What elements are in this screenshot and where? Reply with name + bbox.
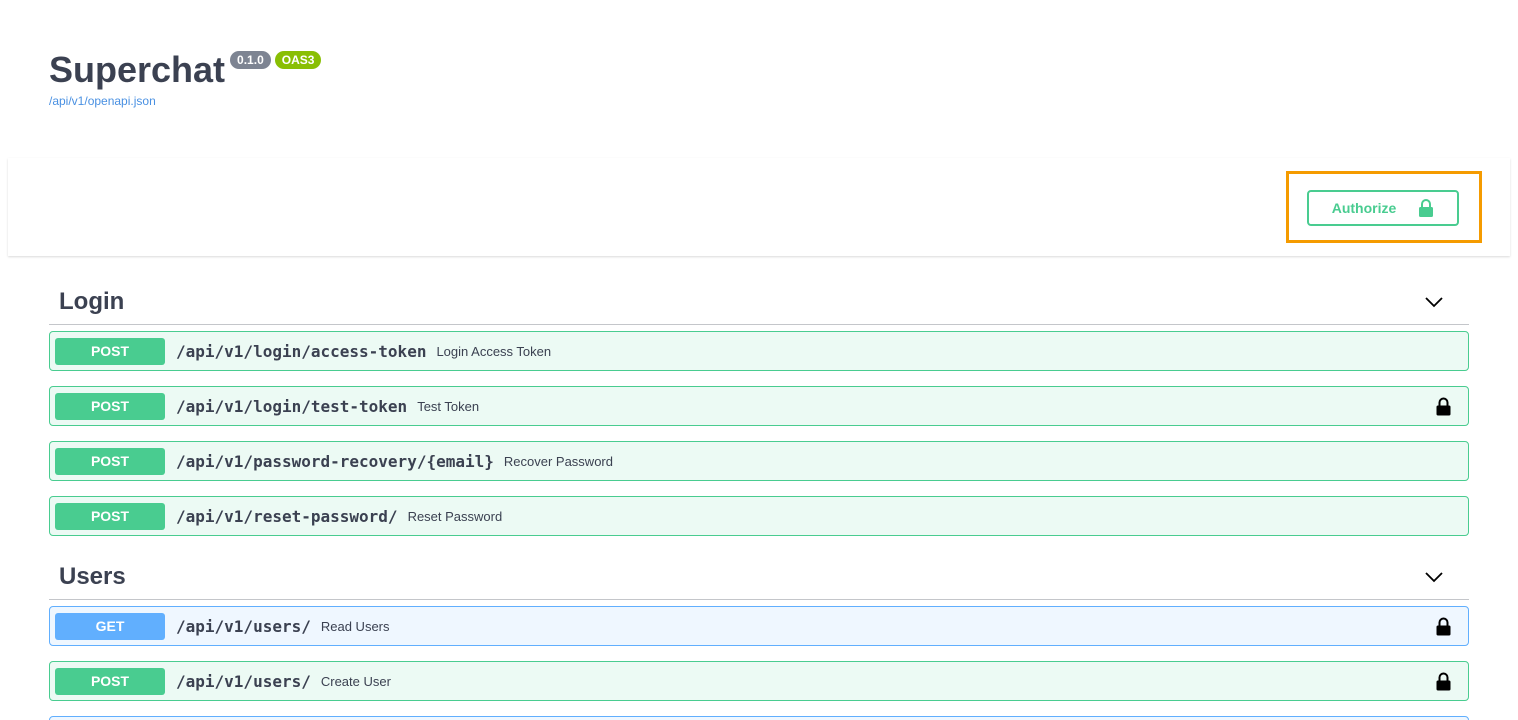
version-badge: 0.1.0 bbox=[230, 51, 271, 69]
oas-badge: OAS3 bbox=[274, 51, 322, 69]
operation-row[interactable]: POST /api/v1/login/test-token Test Token bbox=[49, 386, 1469, 426]
chevron-down-icon[interactable] bbox=[1424, 567, 1444, 587]
operation-row[interactable]: POST /api/v1/reset-password/ Reset Passw… bbox=[49, 496, 1469, 536]
operation-summary: Test Token bbox=[417, 398, 480, 414]
lock-icon[interactable] bbox=[1436, 397, 1451, 416]
operation-path: /api/v1/users/ bbox=[176, 616, 311, 636]
authorize-label: Authorize bbox=[1331, 200, 1397, 216]
openapi-spec-link[interactable]: /api/v1/openapi.json bbox=[49, 94, 321, 108]
method-badge: GET bbox=[55, 612, 165, 640]
operation-path: /api/v1/password-recovery/{email} bbox=[176, 451, 494, 471]
title-row: Superchat 0.1.0 OAS3 bbox=[49, 46, 322, 94]
lock-icon bbox=[1418, 198, 1434, 218]
operation-path: /api/v1/login/access-token bbox=[176, 341, 427, 361]
operation-row-partial[interactable] bbox=[49, 716, 1469, 720]
operation-path: /api/v1/users/ bbox=[176, 671, 311, 691]
authorize-button[interactable]: Authorize bbox=[1307, 190, 1459, 226]
operation-row[interactable]: GET /api/v1/users/ Read Users bbox=[49, 606, 1469, 646]
operation-row[interactable]: POST /api/v1/login/access-token Login Ac… bbox=[49, 331, 1469, 371]
operation-summary: Read Users bbox=[320, 618, 390, 634]
chevron-down-icon[interactable] bbox=[1424, 292, 1444, 312]
method-badge: POST bbox=[55, 392, 165, 420]
method-badge: POST bbox=[55, 447, 165, 475]
tag-name: Users bbox=[59, 562, 126, 590]
operation-summary: Recover Password bbox=[503, 453, 613, 469]
operation-summary: Login Access Token bbox=[436, 343, 552, 359]
method-badge: POST bbox=[55, 502, 165, 530]
tag-header-users[interactable]: Users bbox=[49, 554, 1469, 600]
page-title: Superchat bbox=[49, 49, 226, 90]
scheme-container bbox=[8, 158, 1510, 256]
method-badge: POST bbox=[55, 337, 165, 365]
lock-icon[interactable] bbox=[1436, 672, 1451, 691]
operation-row[interactable]: POST /api/v1/users/ Create User bbox=[49, 661, 1469, 701]
method-badge: POST bbox=[55, 667, 165, 695]
api-info: Superchat 0.1.0 OAS3 /api/v1/openapi.jso… bbox=[49, 46, 322, 108]
operation-path: /api/v1/reset-password/ bbox=[176, 506, 398, 526]
lock-icon[interactable] bbox=[1436, 617, 1451, 636]
tag-name: Login bbox=[59, 287, 125, 315]
tag-header-login[interactable]: Login bbox=[49, 279, 1469, 325]
operation-row[interactable]: POST /api/v1/password-recovery/{email} R… bbox=[49, 441, 1469, 481]
operation-path: /api/v1/login/test-token bbox=[176, 396, 408, 416]
operation-summary: Create User bbox=[320, 673, 391, 689]
operation-summary: Reset Password bbox=[407, 508, 503, 524]
